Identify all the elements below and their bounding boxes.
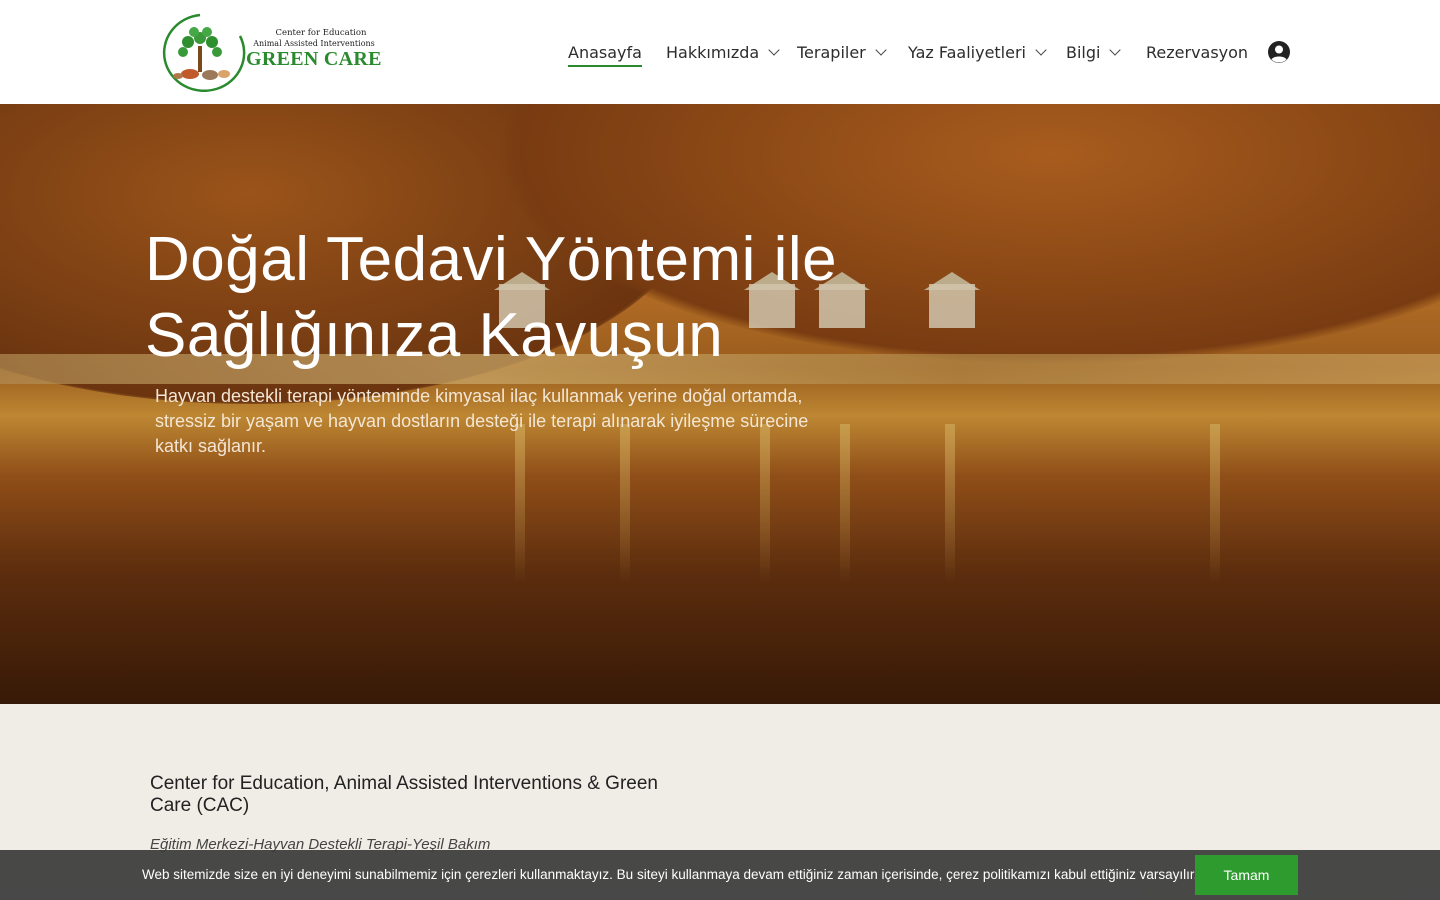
chevron-down-icon bbox=[1109, 43, 1122, 56]
cookie-banner: Web sitemizde size en iyi deneyimi sunab… bbox=[0, 850, 1440, 900]
hero-banner: Doğal Tedavi Yöntemi ile Sağlığınıza Kav… bbox=[0, 104, 1440, 704]
section-title: Center for Education, Animal Assisted In… bbox=[150, 773, 658, 816]
nav-item-label: Terapiler bbox=[797, 42, 866, 62]
site-header: Center for Education Animal Assisted Int… bbox=[0, 0, 1440, 104]
nav-item-rezervasyon[interactable]: Rezervasyon bbox=[1146, 40, 1248, 64]
nav-item-label: Bilgi bbox=[1066, 42, 1101, 62]
nav-item-terapiler[interactable]: Terapiler bbox=[797, 40, 887, 64]
nav-item-label: Yaz Faaliyetleri bbox=[908, 42, 1026, 62]
hero-title: Doğal Tedavi Yöntemi ile Sağlığınıza Kav… bbox=[145, 222, 905, 374]
nav-item-bilgi[interactable]: Bilgi bbox=[1066, 40, 1122, 64]
nav-item-hakkimizda[interactable]: Hakkımızda bbox=[666, 40, 780, 64]
cookie-text: Web sitemizde size en iyi deneyimi sunab… bbox=[142, 867, 1198, 882]
nav-item-label: Anasayfa bbox=[568, 42, 642, 62]
nav-item-anasayfa[interactable]: Anasayfa bbox=[568, 40, 642, 67]
nav-item-yaz-faaliyetleri[interactable]: Yaz Faaliyetleri bbox=[908, 40, 1047, 64]
nav-item-label: Hakkımızda bbox=[666, 42, 760, 62]
chevron-down-icon bbox=[768, 43, 780, 56]
brand-line1: Center for Education bbox=[275, 28, 367, 38]
cookie-accept-button[interactable]: Tamam bbox=[1195, 855, 1298, 895]
brand-name: GREEN CARE bbox=[246, 48, 382, 70]
hero-title-line1: Doğal Tedavi Yöntemi ile bbox=[145, 225, 838, 294]
brand-line2: Animal Assisted Interventions bbox=[253, 39, 375, 48]
chevron-down-icon bbox=[875, 43, 887, 56]
hero-subtitle: Hayvan destekli terapi yönteminde kimyas… bbox=[155, 386, 809, 456]
tree-logo-icon bbox=[162, 13, 246, 92]
hero-title-line2: Sağlığınıza Kavuşun bbox=[145, 301, 724, 370]
brand-logo[interactable]: Center for Education Animal Assisted Int… bbox=[150, 12, 382, 92]
chevron-down-icon bbox=[1035, 43, 1047, 56]
nav-item-label: Rezervasyon bbox=[1146, 42, 1249, 62]
user-circle-icon[interactable] bbox=[1267, 40, 1291, 64]
